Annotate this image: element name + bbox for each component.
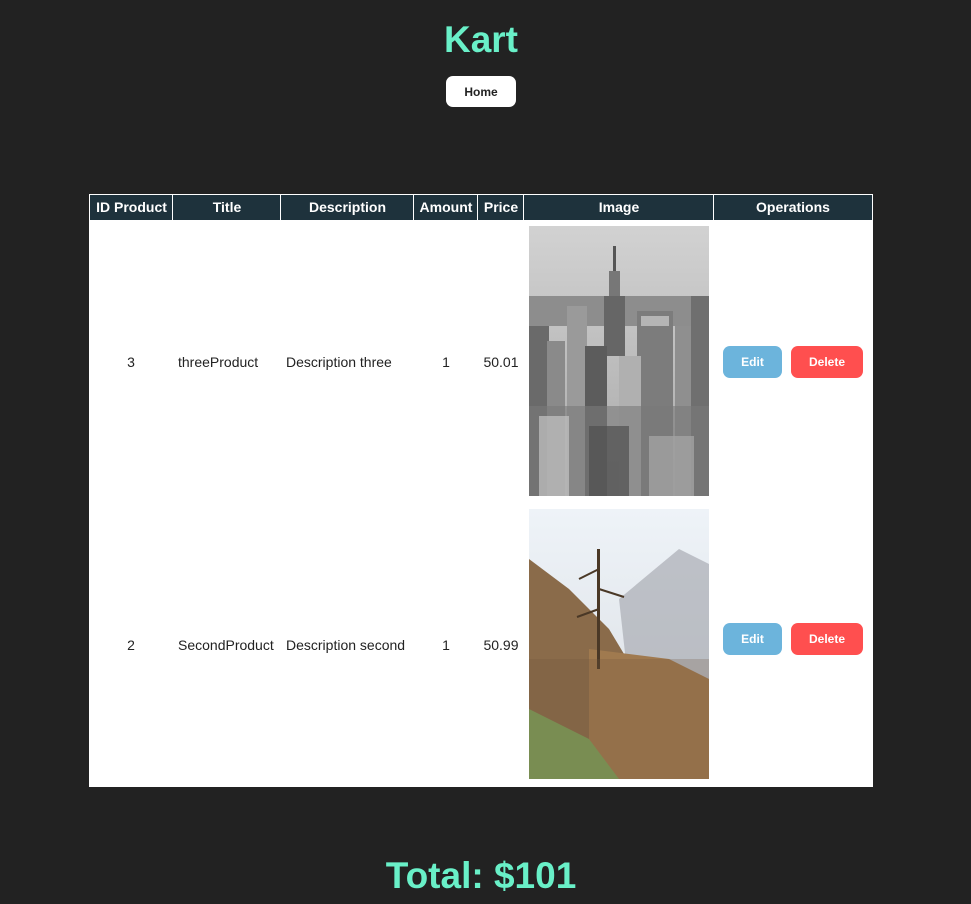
city-skyline-image <box>529 226 709 496</box>
cell-description: Description three <box>286 353 392 370</box>
cell-title: SecondProduct <box>178 637 274 653</box>
cell-amount: 1 <box>442 637 450 653</box>
table-header: ID Product Title Description Amount Pric… <box>89 194 873 220</box>
column-header-operations: Operations <box>713 195 873 220</box>
mountain-forest-image <box>529 509 709 779</box>
home-button[interactable]: Home <box>446 76 516 107</box>
cell-description: Description second <box>286 637 406 653</box>
edit-button[interactable]: Edit <box>723 346 782 378</box>
column-header-amount: Amount <box>413 195 478 220</box>
page-title: Kart <box>443 19 519 60</box>
cell-price: 50.99 <box>483 637 519 653</box>
column-header-title: Title <box>172 195 281 220</box>
cell-price: 50.01 <box>483 353 519 370</box>
column-header-id: ID Product <box>89 195 173 220</box>
cell-id: 2 <box>127 637 135 653</box>
cell-title: threeProduct <box>178 353 259 370</box>
column-header-description: Description <box>280 195 414 220</box>
edit-button[interactable]: Edit <box>723 623 782 655</box>
column-header-price: Price <box>477 195 524 220</box>
delete-button[interactable]: Delete <box>791 346 863 378</box>
products-table: ID Product Title Description Amount Pric… <box>89 194 873 787</box>
table-row: 2 SecondProduct Description second 1 50.… <box>89 503 873 787</box>
delete-button[interactable]: Delete <box>791 623 863 655</box>
column-header-image: Image <box>523 195 714 220</box>
cell-amount: 1 <box>442 353 450 370</box>
total-amount: Total: $101 <box>385 855 577 896</box>
cell-id: 3 <box>127 353 135 370</box>
table-row: 3 threeProduct Description three 1 50.01 <box>89 220 873 503</box>
